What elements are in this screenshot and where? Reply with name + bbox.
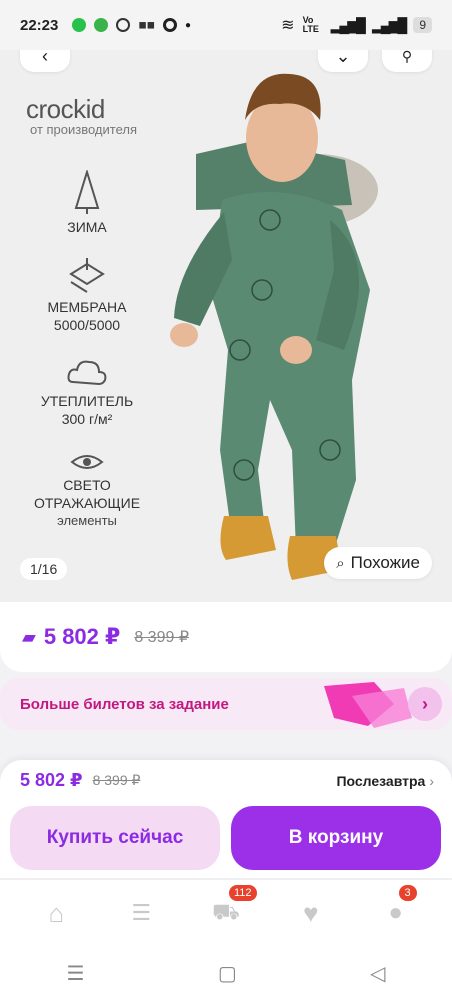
brand-logo: crockid bbox=[26, 94, 105, 124]
home-icon: ⌂ bbox=[48, 897, 65, 928]
feature-reflective: СВЕТО ОТРАЖАЮЩИЕ элементы bbox=[20, 450, 154, 530]
price-card: ▰ 5 802 ₽ 8 399 ₽ bbox=[0, 602, 452, 672]
add-to-cart-button[interactable]: В корзину bbox=[231, 806, 441, 870]
panel-old-price: 8 399 ₽ bbox=[92, 772, 141, 788]
feature-winter-label: ЗИМА bbox=[67, 219, 107, 235]
favorite-button[interactable]: ⌄ bbox=[318, 50, 368, 72]
feature-insulation: УТЕПЛИТЕЛЬ 300 г/м² bbox=[20, 356, 154, 428]
chevron-right-icon: › bbox=[429, 772, 434, 789]
delivery-date-link[interactable]: Послезавтра › bbox=[336, 773, 434, 789]
purchase-summary: 5 802 ₽ 8 399 ₽ Послезавтра › bbox=[20, 770, 434, 791]
app-icon bbox=[94, 18, 109, 32]
heart-icon: ♥ bbox=[303, 897, 319, 928]
cart-badge: 112 bbox=[228, 885, 257, 901]
status-time: 22:23 bbox=[20, 16, 59, 34]
chevron-left-icon: ‹ bbox=[42, 50, 48, 66]
back-button[interactable]: ‹ bbox=[20, 50, 70, 72]
feature-winter: ЗИМА bbox=[20, 170, 154, 236]
similar-label: Похожие bbox=[350, 553, 420, 572]
membrane-icon bbox=[69, 258, 105, 293]
cloud-icon bbox=[67, 360, 107, 386]
buy-now-button[interactable]: Купить сейчас bbox=[10, 806, 220, 870]
dot-icon: ● bbox=[184, 19, 192, 31]
signal2-icon: ▂▄▆█ bbox=[371, 16, 407, 33]
tab-home[interactable]: ⌂ bbox=[31, 893, 81, 933]
system-nav-bar: ☰ ▢ ◁ bbox=[0, 946, 452, 1000]
status-system: ≋ Vo LTE ▂▄▆█ ▂▄▆█ 9 bbox=[281, 15, 432, 35]
network-type: Vo LTE bbox=[302, 15, 319, 34]
similar-button[interactable]: ⌕ Похожие bbox=[324, 547, 432, 579]
feature-reflective-label: СВЕТО ОТРАЖАЮЩИЕ bbox=[33, 477, 141, 511]
price-old: 8 399 ₽ bbox=[134, 629, 189, 646]
eye-icon bbox=[70, 455, 104, 469]
product-page: 22:23 ◼◼ ● ≋ Vo LTE ▂▄▆█ ▂▄▆█ 9 ‹ ⌄ ⚲ cr… bbox=[0, 0, 452, 1000]
cart-icon: ⛟ bbox=[212, 898, 240, 924]
feature-reflective-value: элементы bbox=[57, 513, 117, 528]
check-icon bbox=[116, 18, 131, 32]
user-icon: ● bbox=[388, 899, 403, 926]
chevron-down-icon: ⌄ bbox=[335, 50, 351, 66]
feature-membrane-label: МЕМБРАНА bbox=[47, 299, 127, 315]
back-triangle-icon[interactable]: ◁ bbox=[370, 961, 385, 986]
mir-icon: ◼◼ bbox=[138, 19, 155, 31]
feature-insulation-value: 300 г/м² bbox=[61, 411, 113, 427]
search-similar-icon: ⌕ bbox=[336, 554, 345, 572]
tab-cart[interactable]: ⛟ 112 bbox=[201, 885, 257, 933]
panel-price: 5 802 ₽ bbox=[20, 770, 83, 790]
product-image-gallery[interactable]: ‹ ⌄ ⚲ crockid от производителя ЗИМА МЕМБ… bbox=[0, 50, 452, 602]
banner-text: Больше билетов за задание bbox=[20, 695, 229, 713]
tab-profile[interactable]: ● 3 bbox=[371, 885, 421, 933]
ring-icon bbox=[162, 18, 177, 32]
brand-subtitle: от производителя bbox=[30, 122, 138, 137]
tab-catalog[interactable]: ☰ bbox=[116, 893, 166, 933]
menu-icon[interactable]: ☰ bbox=[67, 961, 85, 986]
price-current: 5 802 ₽ bbox=[43, 624, 121, 649]
shield-icon bbox=[72, 18, 87, 32]
feature-membrane: МЕМБРАНА 5000/5000 bbox=[20, 256, 154, 334]
signal-icon: ▂▄▆█ bbox=[330, 16, 366, 33]
tickets-banner[interactable]: Больше билетов за задание › bbox=[0, 678, 452, 730]
banner-chevron-icon: › bbox=[408, 687, 442, 721]
ticket-illustration-icon bbox=[324, 682, 412, 728]
home-square-icon[interactable]: ▢ bbox=[218, 961, 237, 986]
bottom-tab-bar: ⌂ ☰ ⛟ 112 ♥ ● 3 bbox=[0, 880, 452, 946]
battery-icon: 9 bbox=[413, 17, 432, 33]
wifi-icon: ≋ bbox=[281, 17, 295, 34]
share-icon: ⚲ bbox=[401, 50, 413, 64]
wallet-icon: ▰ bbox=[22, 626, 36, 647]
feature-membrane-value: 5000/5000 bbox=[53, 317, 121, 333]
feature-insulation-label: УТЕПЛИТЕЛЬ bbox=[40, 393, 134, 409]
status-bar: 22:23 ◼◼ ● ≋ Vo LTE ▂▄▆█ ▂▄▆█ 9 bbox=[0, 0, 452, 50]
tab-favorites[interactable]: ♥ bbox=[286, 893, 336, 933]
image-counter: 1/16 bbox=[20, 558, 68, 580]
purchase-panel: 5 802 ₽ 8 399 ₽ Послезавтра › Купить сейч… bbox=[0, 760, 452, 878]
catalog-search-icon: ☰ bbox=[131, 900, 152, 925]
status-notifications: ◼◼ ● bbox=[72, 18, 191, 32]
profile-badge: 3 bbox=[398, 885, 417, 901]
delivery-label: Послезавтра bbox=[336, 772, 426, 789]
snowflake-tree-icon bbox=[74, 170, 100, 214]
share-button[interactable]: ⚲ bbox=[382, 50, 432, 72]
